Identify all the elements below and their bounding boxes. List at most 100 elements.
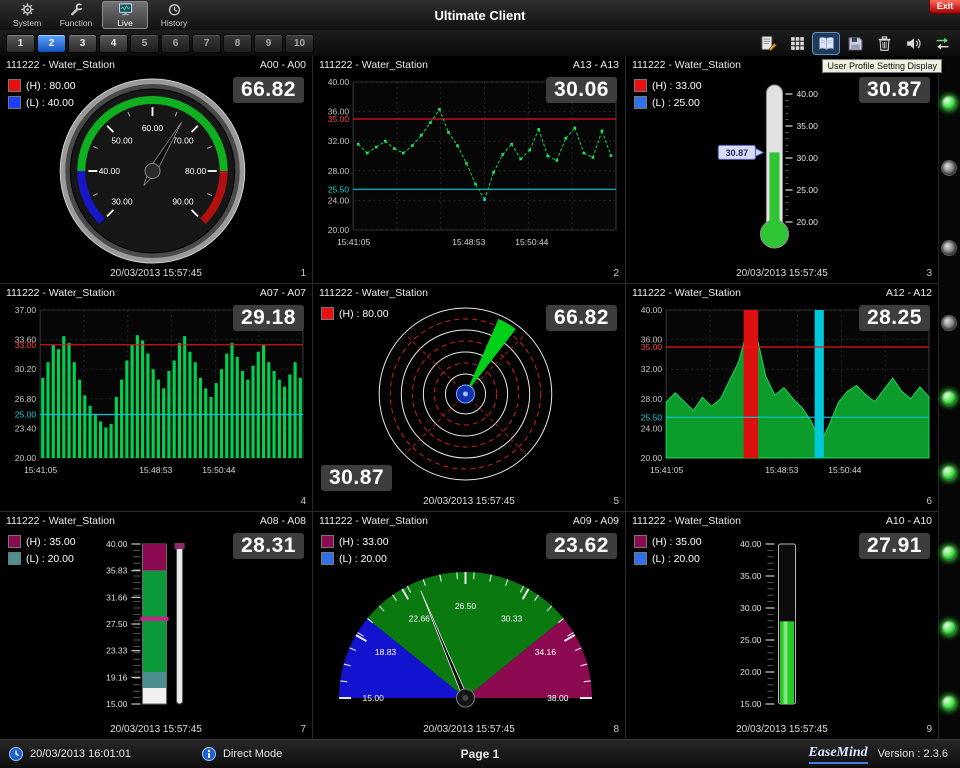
menu-label-function: Function xyxy=(60,18,93,28)
panel-station: 111222 - Water_Station xyxy=(632,287,741,299)
panel-channel: A12 - A12 xyxy=(886,287,932,299)
svg-text:33.00: 33.00 xyxy=(15,340,37,350)
svg-text:27.50: 27.50 xyxy=(106,619,128,629)
svg-text:35.00: 35.00 xyxy=(797,121,819,131)
switch-button[interactable] xyxy=(929,33,955,54)
panel-legend: (H) : 80.00 xyxy=(321,307,389,320)
menu-item-system[interactable]: System xyxy=(4,1,50,29)
svg-text:90.00: 90.00 xyxy=(172,196,194,206)
panel-timestamp: 20/03/2013 15:57:45 xyxy=(0,268,312,279)
legend-swatch xyxy=(634,79,647,92)
volume-button[interactable] xyxy=(900,33,926,54)
menu-item-history[interactable]: History xyxy=(151,1,197,29)
screen-edit-button[interactable] xyxy=(755,33,781,54)
panel-channel: A09 - A09 xyxy=(573,515,619,527)
page-tab-2[interactable]: 2 xyxy=(37,34,66,53)
svg-text:15.00: 15.00 xyxy=(740,699,762,709)
panel-value: 30.87 xyxy=(859,77,930,103)
svg-text:35.00: 35.00 xyxy=(328,114,350,124)
panel-station: 111222 - Water_Station xyxy=(319,59,428,71)
panel: 111222 - Water_Station A12 - A12 40.0036… xyxy=(626,284,939,512)
clock-icon xyxy=(8,746,24,762)
legend-swatch xyxy=(634,535,647,548)
panel-header: 111222 - Water_Station A00 - A00 xyxy=(0,56,312,74)
user-profile-button[interactable] xyxy=(813,33,839,54)
panel-header: 111222 - Water_Station A09 - A09 xyxy=(313,512,625,530)
page-tab-10[interactable]: 10 xyxy=(285,34,314,53)
panel-number: 6 xyxy=(926,496,932,507)
legend-swatch xyxy=(8,79,21,92)
legend-label: (H) : 35.00 xyxy=(652,536,702,548)
page-tab-6[interactable]: 6 xyxy=(161,34,190,53)
menu-item-live[interactable]: Live xyxy=(102,1,148,29)
save-disk-icon xyxy=(847,35,864,52)
page-tab-4[interactable]: 4 xyxy=(99,34,128,53)
trash-icon xyxy=(876,35,893,52)
status-mode: Direct Mode xyxy=(223,748,282,760)
status-brand-group: EaseMind Version : 2.3.6 xyxy=(809,745,960,764)
page-tab-8[interactable]: 8 xyxy=(223,34,252,53)
svg-text:37.00: 37.00 xyxy=(15,305,37,315)
panel-footer: 20/03/2013 15:57:45 5 xyxy=(313,494,625,511)
panel-body: 40.0035.0030.0025.0020.0030.87 (H) : 33.… xyxy=(626,74,938,283)
toolbar-tooltip: User Profile Setting Display xyxy=(822,59,942,73)
svg-text:25.00: 25.00 xyxy=(15,409,37,419)
svg-text:23.33: 23.33 xyxy=(106,646,128,656)
exit-button[interactable]: Exit xyxy=(929,0,960,14)
panel-channel: A08 - A08 xyxy=(260,515,306,527)
svg-text:40.00: 40.00 xyxy=(740,539,762,549)
svg-text:80.00: 80.00 xyxy=(185,166,207,176)
svg-text:25.50: 25.50 xyxy=(328,184,350,194)
panel-footer: 2 xyxy=(313,266,625,283)
page-tab-9[interactable]: 9 xyxy=(254,34,283,53)
panel: 111222 - Water_Station 40.0035.0030.0025… xyxy=(626,56,939,284)
page-tab-bar: 12345678910 xyxy=(0,30,960,56)
svg-text:30.20: 30.20 xyxy=(15,364,37,374)
status-led-strip xyxy=(938,56,960,740)
monitor-icon xyxy=(118,2,133,17)
mode-icon xyxy=(201,746,217,762)
legend-swatch xyxy=(321,535,334,548)
svg-text:15.00: 15.00 xyxy=(363,693,385,703)
save-button[interactable] xyxy=(842,33,868,54)
keypad-button[interactable] xyxy=(784,33,810,54)
status-led-8 xyxy=(941,620,957,636)
panel-number: 3 xyxy=(926,268,932,279)
panel-station: 111222 - Water_Station xyxy=(632,515,741,527)
svg-text:32.00: 32.00 xyxy=(328,136,350,146)
status-led-7 xyxy=(941,545,957,561)
panel-body: 37.0033.6033.0030.2026.8025.0023.4020.00… xyxy=(0,302,312,511)
svg-text:25.00: 25.00 xyxy=(740,635,762,645)
panel-header: 111222 - Water_Station A10 - A10 xyxy=(626,512,938,530)
svg-text:35.00: 35.00 xyxy=(641,342,663,352)
svg-text:40.00: 40.00 xyxy=(641,305,663,315)
svg-text:40.00: 40.00 xyxy=(99,166,121,176)
page-tab-3[interactable]: 3 xyxy=(68,34,97,53)
page-tab-1[interactable]: 1 xyxy=(6,34,35,53)
svg-text:20.00: 20.00 xyxy=(797,217,819,227)
status-led-9 xyxy=(941,695,957,711)
panel-number: 8 xyxy=(613,724,619,735)
legend-item: (H) : 35.00 xyxy=(634,535,702,548)
panel-value: 29.18 xyxy=(233,305,304,331)
svg-text:38.00: 38.00 xyxy=(547,693,569,703)
status-mode-group: Direct Mode xyxy=(201,746,282,762)
status-led-6 xyxy=(941,465,957,481)
panel-footer: 4 xyxy=(0,494,312,511)
page-tab-5[interactable]: 5 xyxy=(130,34,159,53)
page-tab-7[interactable]: 7 xyxy=(192,34,221,53)
panel-body: 40.0035.0030.0025.0020.0015.00 (H) : 35.… xyxy=(626,530,938,739)
legend-label: (L) : 20.00 xyxy=(339,553,387,565)
legend-swatch xyxy=(8,552,21,565)
main-menu: System Function Live xyxy=(4,0,197,30)
panel-legend: (H) : 33.00(L) : 25.00 xyxy=(634,79,702,109)
menu-item-function[interactable]: Function xyxy=(53,1,99,29)
delete-button[interactable] xyxy=(871,33,897,54)
panel-header: 111222 - Water_Station A08 - A08 xyxy=(0,512,312,530)
svg-text:20.00: 20.00 xyxy=(15,453,37,463)
svg-text:15:41:05: 15:41:05 xyxy=(24,465,57,475)
svg-text:15:50:44: 15:50:44 xyxy=(202,465,235,475)
svg-text:34.16: 34.16 xyxy=(535,647,557,657)
svg-text:20.00: 20.00 xyxy=(740,667,762,677)
screen-edit-icon xyxy=(760,35,777,52)
